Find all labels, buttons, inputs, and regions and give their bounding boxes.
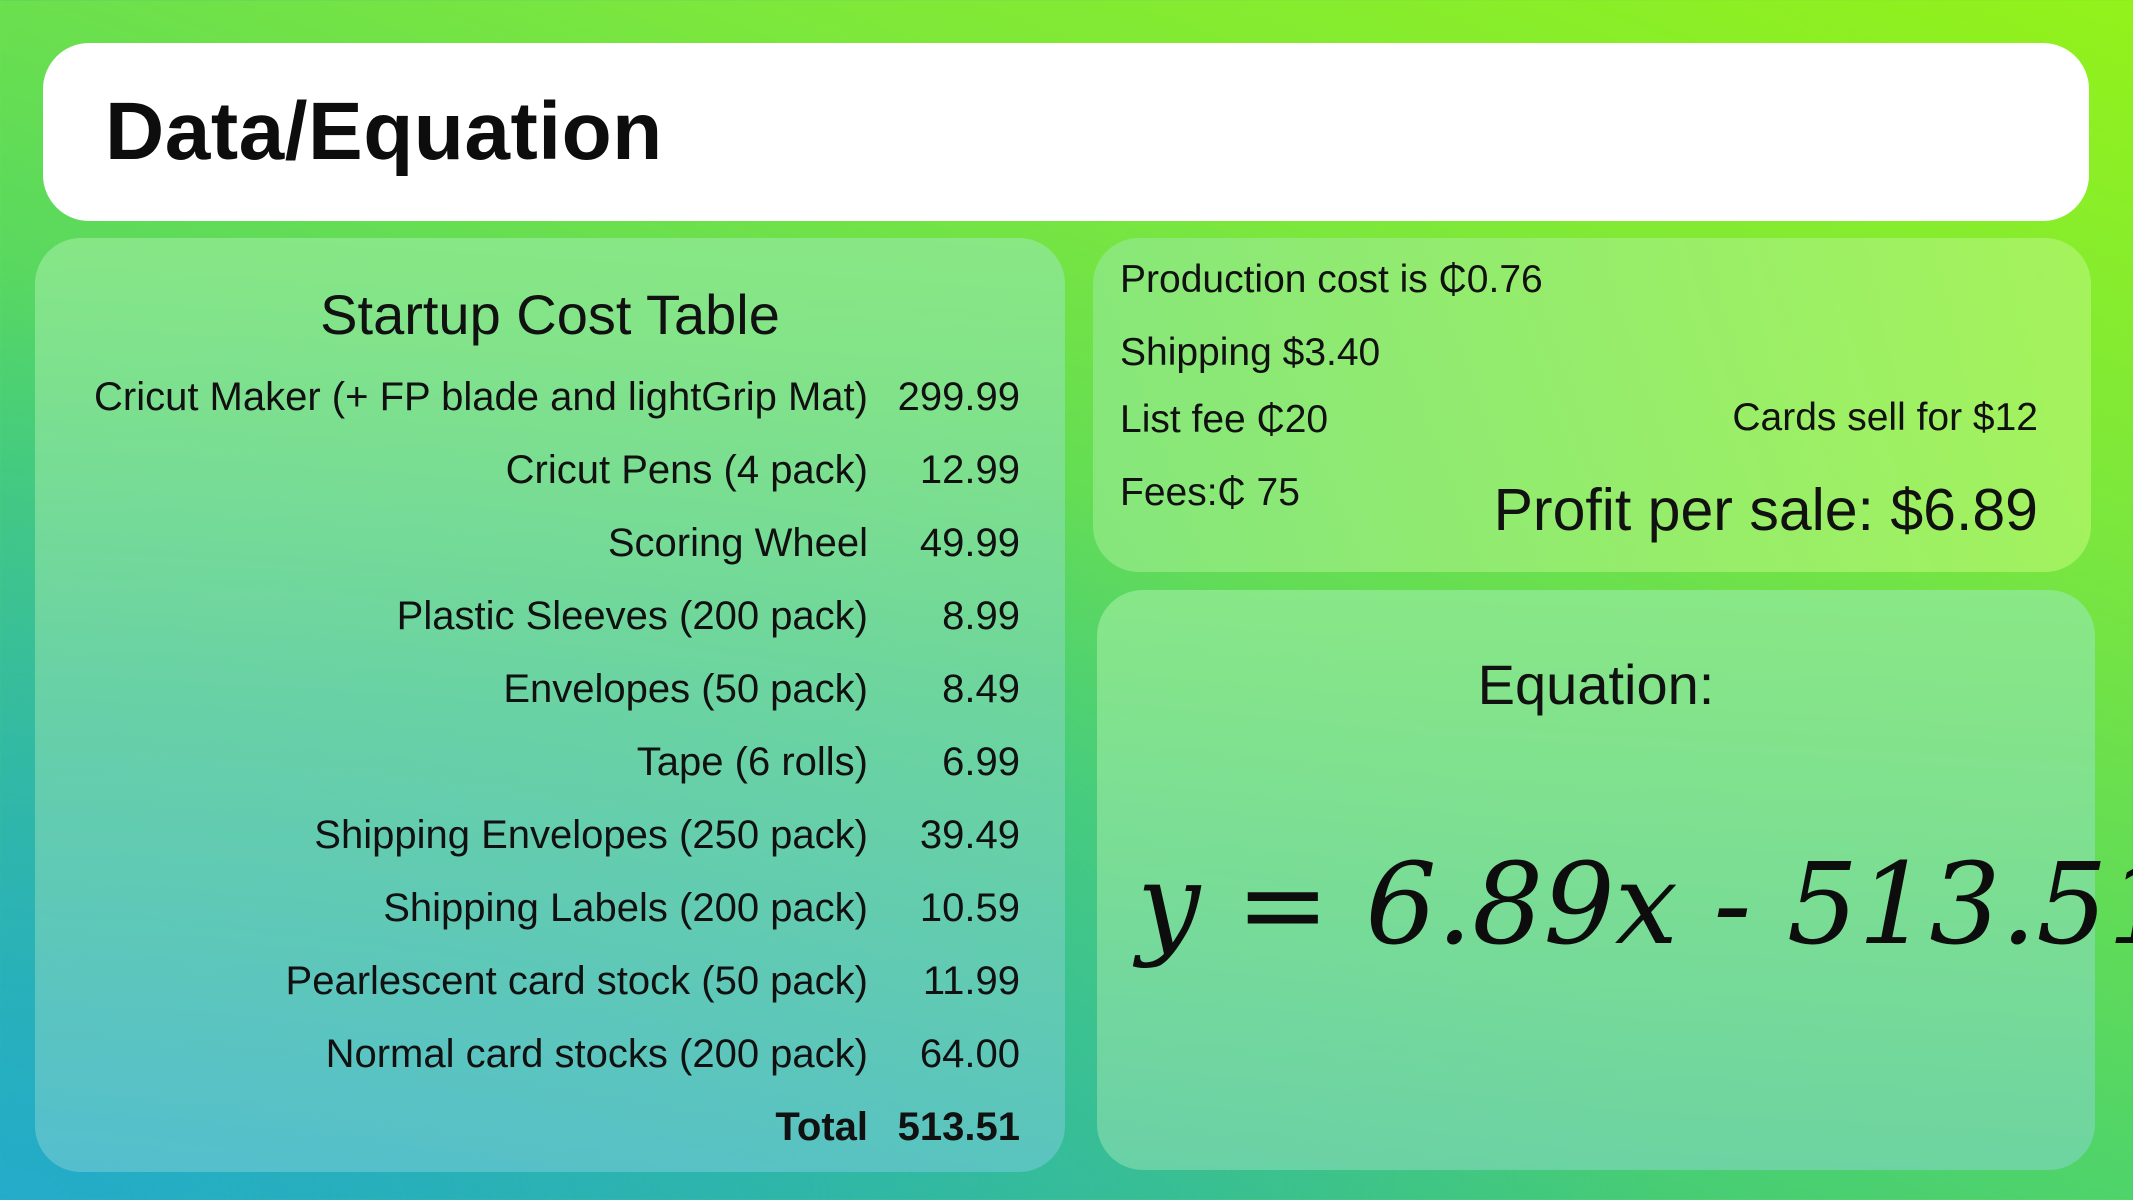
page-title: Data/Equation: [105, 86, 663, 177]
cost-row-total: Total 513.51: [35, 1091, 1065, 1164]
cost-row-shipping-envelopes: Shipping Envelopes (250 pack) 39.49: [35, 799, 1065, 872]
cost-table-title: Startup Cost Table: [320, 283, 780, 346]
cost-item-value: 39.49: [919, 813, 1020, 857]
cost-item-label: Shipping Envelopes (250 pack): [314, 813, 868, 857]
cost-item-value: 64.00: [919, 1032, 1020, 1076]
startup-cost-panel: Startup Cost Table Cricut Maker (+ FP bl…: [35, 238, 1065, 1172]
cost-item-label: Cricut Pens (4 pack): [505, 448, 868, 492]
title-bar: Data/Equation: [43, 43, 2089, 221]
cost-row-pearlescent-card-stock: Pearlescent card stock (50 pack) 11.99: [35, 945, 1065, 1018]
equation-formula: y = 6.89x - 513.51: [1137, 840, 2133, 970]
pricing-summary-panel: Production cost is ₵0.76 Shipping $3.40 …: [1093, 238, 2091, 572]
cost-item-label: Normal card stocks (200 pack): [325, 1032, 868, 1076]
cost-item-value: 12.99: [919, 448, 1020, 492]
list-fee-text: List fee ₵20: [1120, 398, 1329, 441]
sell-price-text: Cards sell for $12: [1732, 396, 2038, 439]
profit-per-sale-text: Profit per sale: $6.89: [1493, 477, 2038, 543]
cost-row-cricut-maker: Cricut Maker (+ FP blade and lightGrip M…: [35, 361, 1065, 434]
equation-panel: Equation: y = 6.89x - 513.51: [1097, 590, 2133, 1170]
production-cost-text: Production cost is ₵0.76: [1120, 258, 1543, 301]
cost-row-shipping-labels: Shipping Labels (200 pack) 10.59: [35, 872, 1065, 945]
cost-row-envelopes: Envelopes (50 pack) 8.49: [35, 653, 1065, 726]
cost-row-scoring-wheel: Scoring Wheel 49.99: [35, 507, 1065, 580]
cost-item-value: 11.99: [922, 959, 1020, 1003]
cost-item-value: 8.99: [942, 594, 1020, 638]
cost-row-normal-card-stocks: Normal card stocks (200 pack) 64.00: [35, 1018, 1065, 1091]
cost-row-tape: Tape (6 rolls) 6.99: [35, 726, 1065, 799]
cost-item-value: 10.59: [919, 886, 1020, 930]
fees-text: Fees:₵ 75: [1120, 471, 1300, 514]
shipping-text: Shipping $3.40: [1120, 331, 1381, 374]
total-label: Total: [775, 1105, 868, 1149]
cost-item-value: 299.99: [897, 375, 1020, 419]
cost-item-label: Tape (6 rolls): [636, 740, 868, 784]
total-value: 513.51: [897, 1105, 1020, 1149]
cost-item-value: 6.99: [942, 740, 1020, 784]
cost-item-label: Cricut Maker (+ FP blade and lightGrip M…: [93, 375, 868, 419]
cost-item-label: Plastic Sleeves (200 pack): [396, 594, 868, 638]
cost-row-cricut-pens: Cricut Pens (4 pack) 12.99: [35, 434, 1065, 507]
equation-heading: Equation:: [1477, 653, 1715, 716]
cost-item-label: Envelopes (50 pack): [503, 667, 868, 711]
cost-item-label: Scoring Wheel: [607, 521, 868, 565]
cost-row-plastic-sleeves: Plastic Sleeves (200 pack) 8.99: [35, 580, 1065, 653]
cost-item-label: Shipping Labels (200 pack): [383, 886, 868, 930]
cost-item-value: 8.49: [942, 667, 1020, 711]
cost-item-label: Pearlescent card stock (50 pack): [285, 959, 868, 1003]
cost-item-value: 49.99: [919, 521, 1020, 565]
